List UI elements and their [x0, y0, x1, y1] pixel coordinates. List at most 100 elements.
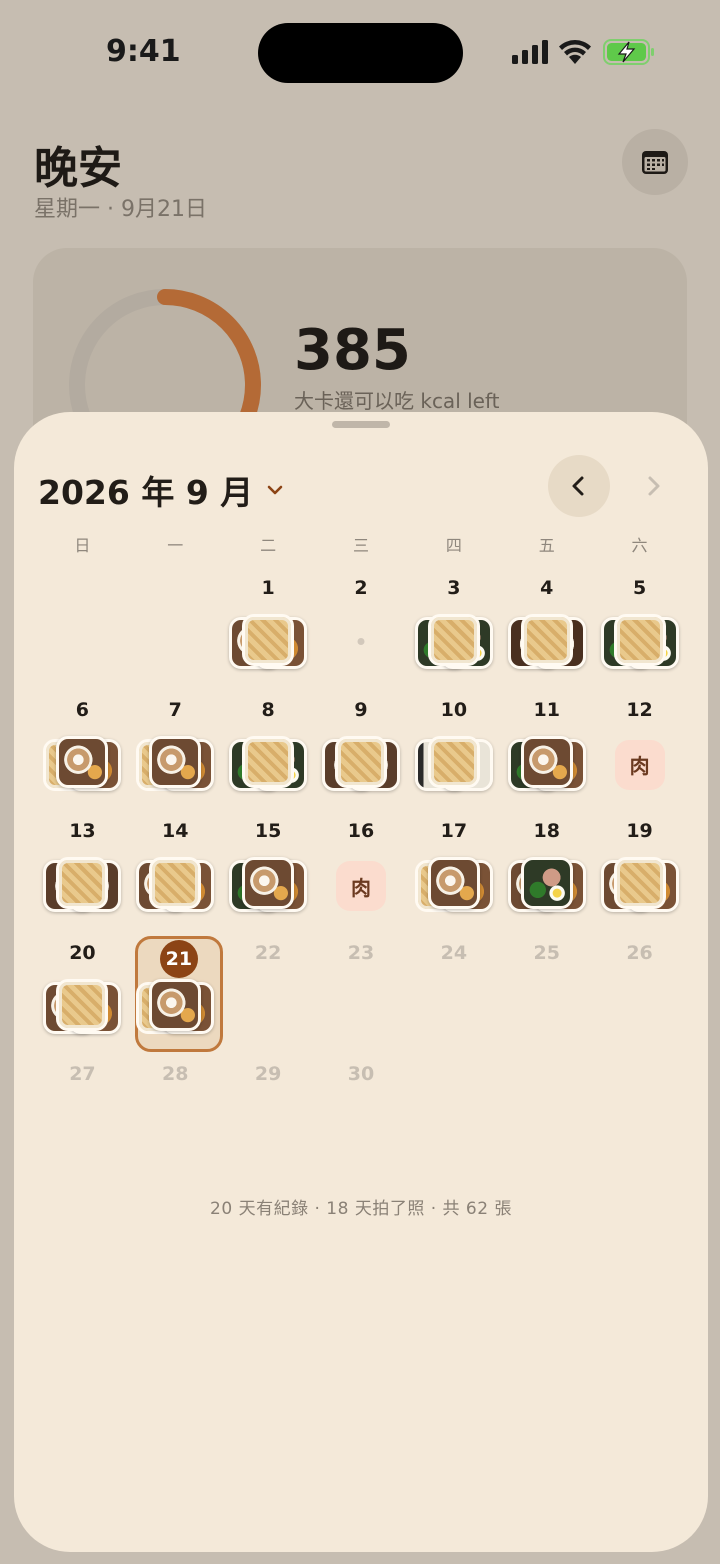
calendar-icon — [642, 151, 668, 174]
calendar-grid: 1 2 3 4 5 6 7 8 9 10 11 12 肉 13 14 15 16 肉 17 18 19 20 21 22 23 2… — [36, 567, 686, 1175]
day-number: 19 — [626, 820, 653, 842]
day-number: 26 — [626, 941, 653, 964]
weekday-label: 四 — [445, 536, 462, 555]
day-number: 5 — [632, 577, 647, 599]
calendar-day-cell[interactable]: 15 — [222, 810, 315, 932]
calendar-day-cell[interactable]: 2 — [315, 567, 408, 689]
calendar-blank-cell — [129, 567, 222, 689]
weekday-header: 日一二三四五六 — [36, 532, 686, 555]
calendar-button[interactable] — [622, 129, 688, 195]
day-number: 28 — [162, 1063, 189, 1085]
calendar-day-cell[interactable]: 14 — [129, 810, 222, 932]
day-number: 4 — [540, 577, 554, 599]
meal-photo-thumbnail — [56, 735, 109, 788]
meal-photo-stack — [136, 978, 215, 1035]
calendar-day-cell[interactable]: 13 — [36, 810, 129, 932]
day-number: 17 — [440, 820, 468, 842]
calendar-day-cell: 26 — [593, 932, 686, 1054]
chevron-right-icon — [648, 476, 660, 496]
day-number: 20 — [69, 941, 96, 964]
meal-tag-chip: 肉 — [614, 739, 665, 790]
weekday-label: 五 — [538, 536, 555, 555]
calendar-day-cell: 25 — [500, 932, 593, 1054]
calendar-day-cell[interactable]: 19 — [593, 810, 686, 932]
wifi-icon — [559, 40, 591, 64]
meal-photo-stack — [507, 857, 586, 913]
day-number: 25 — [533, 941, 560, 964]
calendar-day-cell[interactable]: 4 — [500, 567, 593, 689]
calendar-day-cell[interactable]: 18 — [500, 810, 593, 932]
meal-photo-thumbnail — [149, 978, 202, 1031]
calendar-day-cell[interactable]: 7 — [129, 689, 222, 811]
calendar-day-cell: 27 — [36, 1053, 129, 1175]
day-number: 13 — [69, 820, 96, 842]
status-time: 9:41 — [106, 34, 181, 69]
calendar-day-cell[interactable]: 16 肉 — [315, 810, 408, 932]
month-summary: 20 天有紀錄 · 18 天拍了照 · 共 62 張 — [210, 1199, 512, 1219]
meal-photo-thumbnail — [242, 614, 295, 666]
calendar-day-cell: 29 — [222, 1053, 315, 1175]
meal-photo-thumbnail — [520, 735, 573, 788]
weekday-label: 二 — [260, 536, 277, 555]
calendar-day-cell[interactable]: 5 — [593, 567, 686, 689]
calendar-day-cell[interactable]: 6 — [36, 689, 129, 811]
meal-photo-thumbnail — [613, 857, 666, 909]
chevron-down-icon — [267, 485, 283, 495]
cellular-signal-icon — [512, 40, 548, 64]
meal-photo-thumbnail — [427, 857, 480, 909]
meal-photo-thumbnail — [149, 857, 202, 909]
calendar-day-cell[interactable]: 1 — [222, 567, 315, 689]
day-number: 14 — [162, 820, 189, 842]
meal-photo-stack — [321, 735, 400, 792]
sheet-grabber[interactable] — [332, 421, 390, 428]
meal-photo-stack — [43, 735, 122, 792]
battery-charging-icon — [603, 39, 654, 65]
day-number: 24 — [440, 941, 468, 964]
day-number: 27 — [69, 1063, 96, 1085]
calendar-day-cell[interactable]: 12 肉 — [593, 689, 686, 811]
meal-photo-stack — [136, 857, 215, 913]
meal-photo-stack — [229, 614, 308, 670]
meal-photo-stack — [600, 857, 679, 913]
day-number: 11 — [533, 698, 560, 721]
weekday-label: 六 — [631, 536, 648, 555]
meal-photo-thumbnail — [427, 614, 480, 666]
calendar-day-cell[interactable]: 17 — [407, 810, 500, 932]
calendar-day-cell: 28 — [129, 1053, 222, 1175]
meal-photo-stack — [414, 857, 493, 913]
day-number: 23 — [347, 941, 375, 964]
today-day-number: 21 — [159, 939, 198, 978]
dynamic-island — [258, 23, 463, 83]
calendar-day-cell[interactable]: 11 — [500, 689, 593, 811]
calendar-day-cell[interactable]: 10 — [407, 689, 500, 811]
month-picker[interactable]: 2026 年 9 月 — [38, 466, 285, 514]
meal-photo-stack — [414, 735, 493, 792]
month-label: 2026 年 9 月 — [38, 473, 254, 512]
calendar-day-cell[interactable]: 8 — [222, 689, 315, 811]
calendar-day-cell[interactable]: 3 — [407, 567, 500, 689]
calendar-day-cell: 24 — [407, 932, 500, 1054]
day-number: 7 — [168, 698, 182, 721]
calendar-day-cell[interactable]: 20 — [36, 932, 129, 1054]
calendar-day-cell[interactable]: 9 — [315, 689, 408, 811]
meal-photo-stack — [229, 857, 308, 913]
meal-photo-thumbnail — [334, 735, 387, 788]
meal-photo-thumbnail — [56, 857, 109, 909]
meal-photo-thumbnail — [242, 735, 295, 788]
weekday-label: 三 — [352, 536, 369, 555]
chevron-left-icon — [572, 476, 584, 496]
meal-photo-stack — [600, 614, 679, 670]
previous-month-button[interactable] — [548, 455, 610, 517]
day-number: 8 — [261, 698, 275, 721]
meal-photo-stack — [507, 735, 586, 792]
date-subtitle: 星期一 · 9月21日 — [34, 197, 207, 222]
next-month-button[interactable] — [622, 455, 684, 517]
day-number: 9 — [354, 698, 368, 721]
meal-photo-stack — [43, 857, 122, 913]
meal-tag-chip: 肉 — [335, 861, 386, 911]
greeting-title: 晚安 — [34, 143, 122, 194]
calendar-day-cell[interactable]: 21 — [129, 932, 223, 1054]
calories-left-label: 大卡還可以吃 kcal left — [294, 389, 500, 413]
day-number: 2 — [354, 577, 368, 599]
meal-photo-thumbnail — [520, 614, 573, 666]
